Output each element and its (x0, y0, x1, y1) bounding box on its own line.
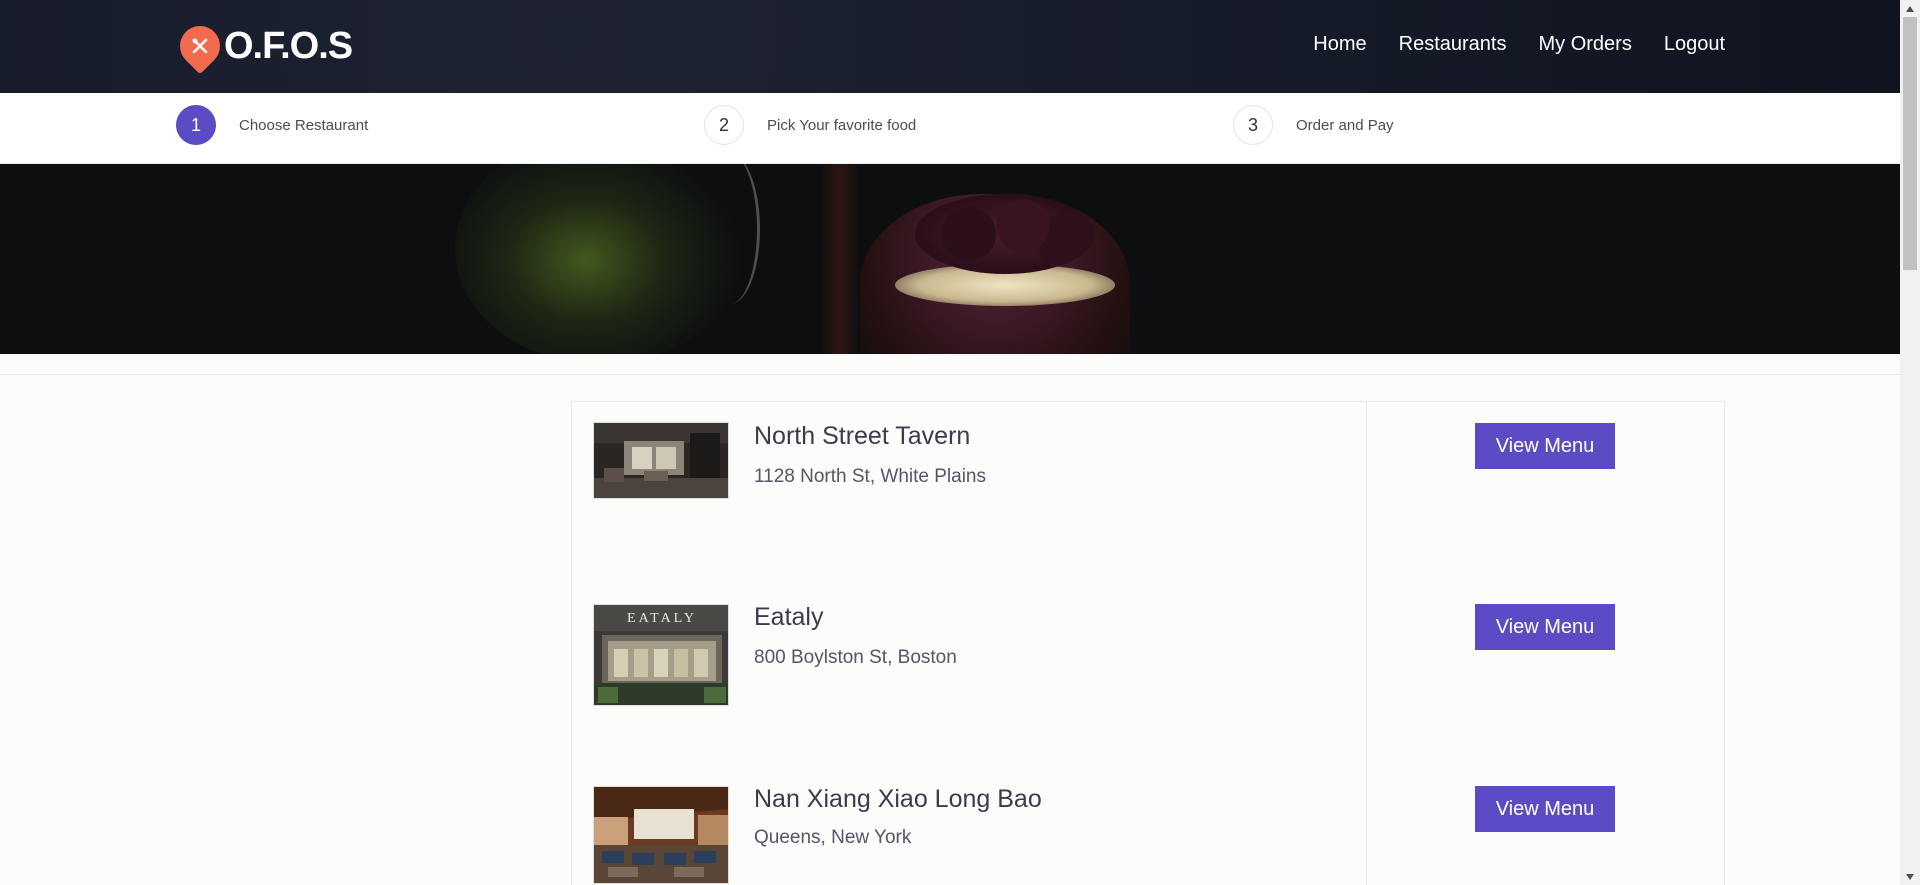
step-choose-restaurant: 1 Choose Restaurant (176, 105, 368, 145)
nav-link-home[interactable]: Home (1313, 28, 1366, 60)
step-label: Order and Pay (1296, 116, 1394, 134)
step-label: Pick Your favorite food (767, 116, 917, 134)
restaurant-thumbnail[interactable] (593, 422, 729, 499)
restaurant-name[interactable]: Eataly (754, 603, 823, 632)
view-menu-button[interactable]: View Menu (1475, 604, 1615, 650)
restaurant-address: 1128 North St, White Plains (754, 466, 986, 487)
restaurant-thumbnail[interactable] (593, 786, 729, 884)
restaurant-name[interactable]: North Street Tavern (754, 422, 970, 451)
eataly-sign-text: EATALY (627, 611, 697, 626)
triangle-down-icon[interactable] (1900, 868, 1920, 885)
view-menu-button[interactable]: View Menu (1475, 423, 1615, 469)
restaurant-list: North Street Tavern 1128 North St, White… (571, 401, 1725, 885)
hero-rim-decoration (700, 164, 760, 304)
scrollbar-thumb[interactable] (1903, 17, 1917, 270)
step-number: 1 (176, 105, 216, 145)
restaurant-row: Nan Xiang Xiao Long Bao Queens, New York… (572, 765, 1726, 885)
page-scrollbar[interactable] (1900, 0, 1920, 885)
step-number: 2 (704, 105, 744, 145)
restaurant-address: 800 Boylston St, Boston (754, 647, 957, 668)
section-divider (0, 374, 1900, 375)
nav-link-logout[interactable]: Logout (1664, 28, 1725, 60)
restaurant-name[interactable]: Nan Xiang Xiao Long Bao (754, 785, 1042, 814)
hero-streak-decoration (820, 164, 860, 354)
restaurant-thumbnail[interactable]: EATALY (593, 604, 729, 706)
restaurant-row: EATALY Eataly 800 Boylston St, Boston Vi… (572, 583, 1726, 743)
nav-links: Home Restaurants My Orders Logout (1313, 28, 1725, 60)
step-order-and-pay: 3 Order and Pay (1233, 105, 1394, 145)
brand-name: O.F.O.S (224, 25, 353, 67)
restaurant-address: Queens, New York (754, 827, 912, 848)
hero-banner-image (0, 164, 1900, 354)
fork-knife-pin-icon (171, 17, 229, 75)
restaurant-row: North Street Tavern 1128 North St, White… (572, 402, 1726, 562)
step-label: Choose Restaurant (239, 116, 369, 134)
view-menu-button[interactable]: View Menu (1475, 786, 1615, 832)
brand-logo[interactable]: O.F.O.S (171, 17, 353, 75)
hero-berries-decoration (915, 194, 1095, 274)
order-steps-bar: 1 Choose Restaurant 2 Pick Your favorite… (0, 93, 1900, 164)
nav-link-my-orders[interactable]: My Orders (1538, 28, 1631, 60)
step-number: 3 (1233, 105, 1273, 145)
top-navbar: O.F.O.S Home Restaurants My Orders Logou… (0, 0, 1900, 93)
step-pick-food: 2 Pick Your favorite food (704, 105, 916, 145)
triangle-up-icon[interactable] (1900, 0, 1920, 17)
nav-link-restaurants[interactable]: Restaurants (1399, 28, 1507, 60)
